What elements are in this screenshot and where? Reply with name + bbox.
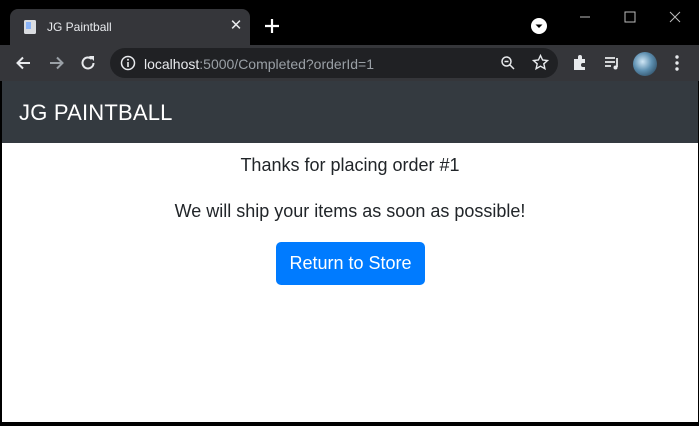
page-icon bbox=[24, 20, 36, 34]
tab-close-icon[interactable]: ✕ bbox=[228, 18, 244, 34]
back-arrow-icon[interactable] bbox=[14, 53, 34, 73]
return-to-store-button[interactable]: Return to Store bbox=[276, 242, 425, 285]
tab-search-icon[interactable] bbox=[531, 18, 547, 34]
menu-kebab-icon[interactable] bbox=[667, 53, 687, 73]
window-bottom-edge bbox=[0, 422, 699, 426]
tab-strip: JG Paintball ✕ bbox=[0, 0, 699, 45]
page-viewport: JG PAINTBALL Thanks for placing order #1… bbox=[2, 81, 698, 422]
window-close-icon[interactable] bbox=[665, 8, 685, 26]
shipping-message-text: We will ship your items as soon as possi… bbox=[174, 201, 526, 221]
url-text[interactable]: localhost:5000/Completed?orderId=1 bbox=[144, 56, 374, 72]
media-queue-icon[interactable] bbox=[602, 53, 622, 73]
browser-tab[interactable]: JG Paintball ✕ bbox=[10, 9, 250, 45]
tab-title: JG Paintball bbox=[47, 20, 112, 34]
zoom-icon[interactable] bbox=[500, 55, 516, 71]
browser-window: JG Paintball ✕ localhost:5000/Completed?… bbox=[0, 0, 699, 426]
site-navbar: JG PAINTBALL bbox=[2, 81, 698, 143]
forward-arrow-icon[interactable] bbox=[46, 53, 66, 73]
maximize-icon[interactable] bbox=[620, 8, 640, 26]
address-bar[interactable]: localhost:5000/Completed?orderId=1 bbox=[110, 48, 558, 78]
browser-toolbar: localhost:5000/Completed?orderId=1 bbox=[0, 45, 699, 81]
info-icon[interactable] bbox=[120, 55, 136, 71]
minimize-icon[interactable] bbox=[575, 8, 595, 26]
extensions-puzzle-icon[interactable] bbox=[570, 53, 590, 73]
reload-icon[interactable] bbox=[78, 53, 98, 73]
bookmark-star-icon[interactable] bbox=[532, 54, 549, 71]
url-path: :5000/Completed?orderId=1 bbox=[199, 56, 374, 72]
brand-logo-text[interactable]: JG PAINTBALL bbox=[19, 100, 173, 126]
url-host: localhost bbox=[144, 56, 200, 72]
new-tab-icon[interactable] bbox=[262, 16, 282, 36]
order-confirmation-text: Thanks for placing order #1 bbox=[240, 155, 460, 175]
profile-avatar[interactable] bbox=[633, 52, 657, 76]
